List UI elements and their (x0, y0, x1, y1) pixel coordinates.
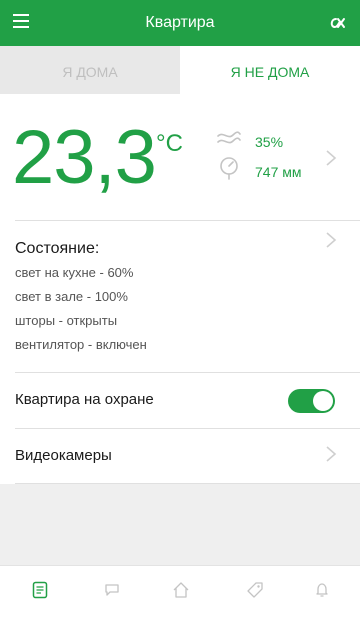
cameras-row[interactable]: Видеокамеры (15, 447, 345, 464)
humidity-icon (217, 131, 241, 144)
chevron-right-icon (326, 150, 337, 166)
nav-offers[interactable] (218, 566, 290, 620)
nav-chat[interactable] (76, 566, 148, 620)
document-icon (32, 581, 48, 599)
main-card: 23,3 °C 35% 747 мм Состояние: свет на ку… (0, 94, 360, 484)
tag-icon (247, 582, 263, 598)
status-line: шторы - открыты (15, 313, 118, 328)
bell-icon (316, 583, 328, 597)
tab-at-home[interactable]: Я ДОМА (0, 46, 180, 94)
page-title: Квартира (145, 14, 215, 31)
nav-documents[interactable] (4, 566, 76, 620)
divider (15, 372, 360, 373)
nav-home[interactable] (144, 566, 216, 620)
status-line: свет в зале - 100% (15, 289, 128, 304)
divider (15, 483, 360, 484)
climate-row[interactable]: 23,3 °C 35% 747 мм (0, 94, 360, 220)
humidity-value: 35% (255, 134, 284, 150)
chevron-right-icon (326, 232, 337, 248)
security-label: Квартира на охране (15, 391, 154, 408)
divider (15, 428, 360, 429)
status-title: Состояние: (15, 240, 100, 257)
home-icon (173, 582, 189, 598)
app-bar: Квартира (0, 0, 360, 46)
pressure-gauge-icon (220, 157, 238, 180)
status-section[interactable]: Состояние: свет на кухне - 60% свет в за… (0, 221, 360, 372)
nav-notifications[interactable] (286, 566, 358, 620)
temperature-unit: °C (156, 130, 183, 157)
status-line: свет на кухне - 60% (15, 265, 134, 280)
chat-icon (105, 584, 119, 596)
tab-away[interactable]: Я НЕ ДОМА (180, 46, 360, 94)
bottom-nav (0, 565, 360, 620)
status-line: вентилятор - включен (15, 337, 147, 352)
chevron-right-icon (326, 446, 337, 462)
security-toggle[interactable] (288, 389, 335, 413)
brand-logo-icon (330, 18, 345, 29)
pressure-value: 747 мм (255, 164, 302, 180)
temperature-value: 23,3 (12, 115, 157, 200)
presence-tabs: Я ДОМА Я НЕ ДОМА (0, 46, 360, 94)
toggle-knob (313, 391, 333, 411)
